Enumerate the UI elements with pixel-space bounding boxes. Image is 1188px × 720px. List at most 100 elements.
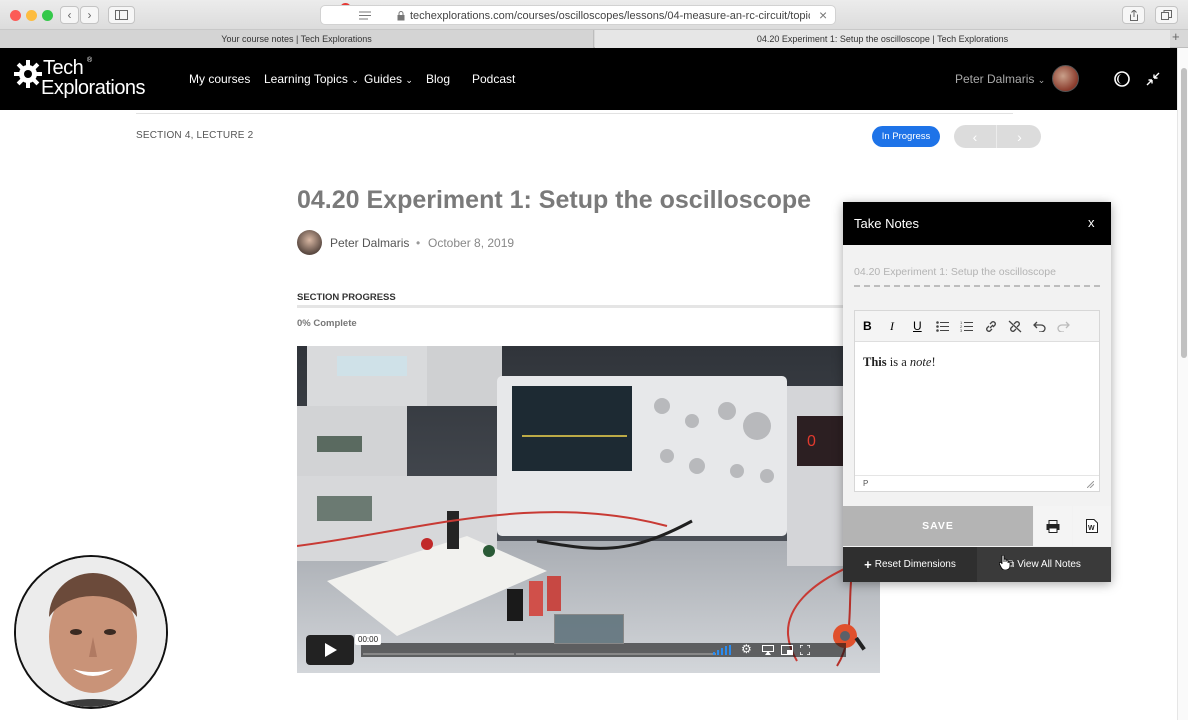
nav-label: Learning Topics xyxy=(264,72,348,86)
breadcrumb: SECTION 4, LECTURE 2 xyxy=(136,130,254,141)
export-word-button[interactable]: W xyxy=(1073,506,1111,546)
note-italic-text: note xyxy=(909,355,932,369)
notes-close-button[interactable]: x xyxy=(1088,215,1095,230)
registered-mark: ® xyxy=(87,57,93,64)
current-time: 00:00 xyxy=(355,634,382,645)
volume-icon[interactable] xyxy=(713,645,731,655)
user-menu[interactable]: Peter Dalmaris ⌄ xyxy=(955,72,1045,86)
notes-footer: + Reset Dimensions ⧉ View All Notes xyxy=(843,547,1111,582)
bullet-list-icon[interactable] xyxy=(936,321,949,332)
note-body[interactable]: This is a note! xyxy=(863,355,936,370)
share-icon xyxy=(1129,9,1138,21)
reset-dimensions-button[interactable]: + Reset Dimensions xyxy=(843,547,977,582)
tab-lesson[interactable]: 04.20 Experiment 1: Setup the oscillosco… xyxy=(595,30,1170,48)
section-progress-label: SECTION PROGRESS xyxy=(297,292,396,303)
italic-icon[interactable]: I xyxy=(890,319,894,334)
redo-icon[interactable] xyxy=(1057,320,1070,332)
section-progress-bar xyxy=(297,305,843,308)
view-all-label: View All Notes xyxy=(1017,559,1081,570)
reset-label: Reset Dimensions xyxy=(874,559,956,570)
pip-icon[interactable] xyxy=(781,645,793,655)
seek-track xyxy=(516,653,716,655)
editor-toolbar: B I U 123 xyxy=(855,311,1099,342)
maximize-window-button[interactable] xyxy=(42,10,53,21)
plus-icon: + xyxy=(864,557,872,572)
print-button[interactable] xyxy=(1034,506,1072,546)
numbered-list-icon[interactable]: 123 xyxy=(960,321,973,332)
underline-icon[interactable]: U xyxy=(913,319,922,333)
clear-url-icon[interactable]: × xyxy=(819,7,827,23)
previous-lesson-button[interactable]: ‹ xyxy=(954,125,997,148)
tab-title: 04.20 Experiment 1: Setup the oscillosco… xyxy=(756,34,1009,44)
note-title-field[interactable]: 04.20 Experiment 1: Setup the oscillosco… xyxy=(854,263,1100,287)
nav-podcast[interactable]: Podcast xyxy=(472,72,515,86)
user-avatar[interactable] xyxy=(1052,65,1079,92)
page-title: 04.20 Experiment 1: Setup the oscillosco… xyxy=(297,186,812,214)
logo-text-bottom: Explorations xyxy=(41,77,146,99)
svg-text:0: 0 xyxy=(807,433,816,450)
chevron-right-icon: › xyxy=(1017,128,1022,145)
collapse-icon[interactable] xyxy=(1146,72,1160,86)
nav-my-courses[interactable]: My courses xyxy=(189,72,250,86)
nav-blog[interactable]: Blog xyxy=(426,72,450,86)
nav-guides[interactable]: Guides ⌄ xyxy=(364,72,413,86)
nav-learning-topics[interactable]: Learning Topics ⌄ xyxy=(264,72,359,86)
site-logo[interactable]: Tech ® Explorations xyxy=(14,57,164,100)
lesson-pager: ‹ › xyxy=(954,125,1041,148)
back-button[interactable]: ‹ xyxy=(60,6,79,24)
chevron-left-icon: ‹ xyxy=(67,8,72,22)
resize-handle-icon[interactable] xyxy=(1087,481,1094,488)
chevron-right-icon: › xyxy=(87,8,92,22)
forward-button[interactable]: › xyxy=(80,6,99,24)
browser-toolbar: ‹ › ••• 6 techexplorations.com/courses/o… xyxy=(0,0,1188,30)
note-title-placeholder: 04.20 Experiment 1: Setup the oscillosco… xyxy=(854,266,1056,278)
notes-header: Take Notes x xyxy=(843,202,1111,245)
link-icon[interactable] xyxy=(984,320,998,333)
play-button[interactable] xyxy=(306,635,354,665)
bold-icon[interactable]: B xyxy=(863,319,872,333)
logo-text-top: Tech xyxy=(43,57,84,79)
dark-mode-icon[interactable] xyxy=(1114,71,1130,87)
site-header: Tech ® Explorations My courses Learning … xyxy=(0,48,1177,110)
note-bold-text: This xyxy=(863,355,887,369)
next-lesson-button[interactable]: › xyxy=(998,125,1041,148)
note-text-end: ! xyxy=(931,355,936,369)
meta-separator: • xyxy=(416,236,421,250)
seek-thumbnail-preview xyxy=(554,614,624,644)
save-button[interactable]: SAVE xyxy=(843,506,1033,546)
new-tab-button[interactable]: + xyxy=(1172,29,1180,44)
tab-overview-button[interactable] xyxy=(1155,6,1178,24)
control-bar: ⚙ xyxy=(516,642,846,657)
note-editor[interactable]: B I U 123 This is a note! P xyxy=(854,310,1100,492)
view-all-notes-button[interactable]: ⧉ View All Notes xyxy=(977,547,1111,582)
address-bar[interactable]: techexplorations.com/courses/oscilloscop… xyxy=(320,5,836,25)
fullscreen-icon[interactable] xyxy=(800,645,810,655)
chevron-down-icon: ⌄ xyxy=(1037,75,1046,85)
unlink-icon[interactable] xyxy=(1008,320,1022,333)
close-window-button[interactable] xyxy=(10,10,21,21)
chevron-down-icon: ⌄ xyxy=(351,75,359,85)
sidebar-toggle-button[interactable] xyxy=(108,6,135,24)
author-name[interactable]: Peter Dalmaris xyxy=(330,236,409,250)
tabs-icon xyxy=(1161,10,1172,20)
airplay-icon[interactable] xyxy=(762,645,774,655)
settings-icon[interactable]: ⚙ xyxy=(741,642,752,656)
seek-bar[interactable] xyxy=(361,643,516,657)
word-document-icon: W xyxy=(1086,519,1098,533)
lock-icon xyxy=(397,11,405,21)
editor-statusbar: P xyxy=(855,475,1099,491)
gear-logo-icon xyxy=(14,60,42,88)
seek-track xyxy=(363,653,514,655)
minimize-window-button[interactable] xyxy=(26,10,37,21)
undo-icon[interactable] xyxy=(1033,320,1046,332)
element-path: P xyxy=(863,479,869,488)
video-player[interactable]: 0 00:00 ⚙ xyxy=(297,346,880,673)
hand-cursor-icon xyxy=(999,555,1011,570)
divider xyxy=(136,113,1013,114)
sidebar-icon xyxy=(115,10,128,20)
page-scrollbar[interactable] xyxy=(1177,48,1188,720)
tab-course-notes[interactable]: Your course notes | Tech Explorations xyxy=(0,30,594,48)
scroll-thumb[interactable] xyxy=(1181,68,1187,358)
share-button[interactable] xyxy=(1122,6,1145,24)
notes-title: Take Notes xyxy=(854,216,920,231)
